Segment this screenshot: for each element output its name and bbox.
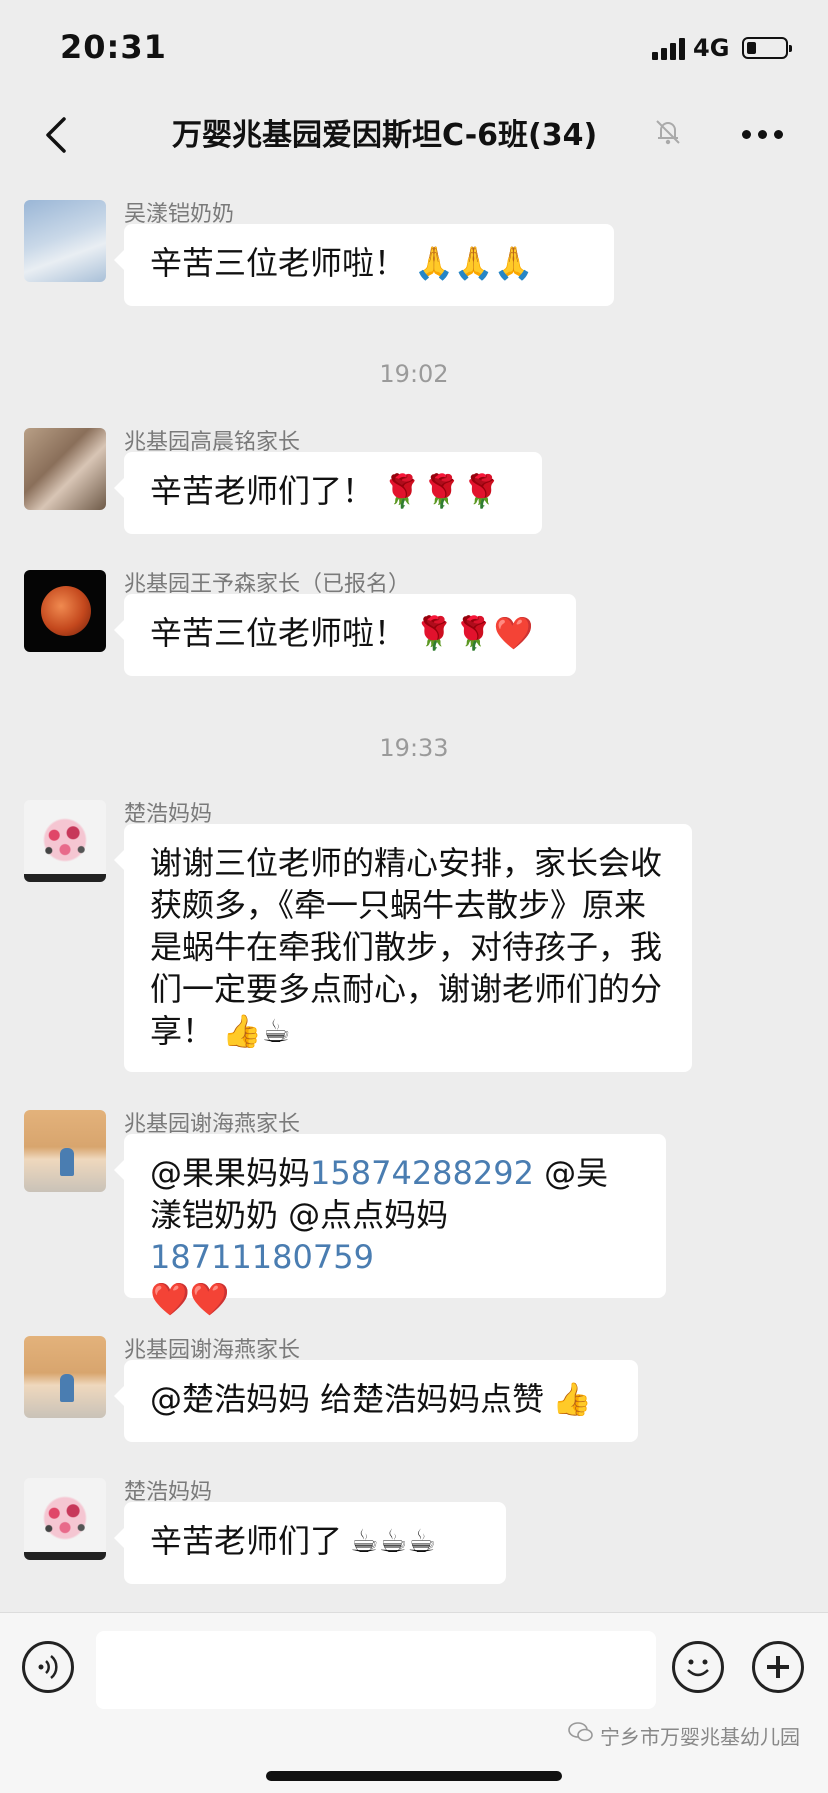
message-text: 辛苦三位老师啦！ bbox=[150, 244, 407, 282]
watermark-text: 宁乡市万婴兆基幼儿园 bbox=[600, 1725, 800, 1749]
avatar[interactable] bbox=[24, 200, 106, 282]
message-emoji: ❤️❤️ bbox=[150, 1280, 230, 1318]
message-bubble[interactable]: 辛苦三位老师啦！ 🙏🙏🙏 bbox=[114, 224, 614, 306]
more-options-icon[interactable] bbox=[740, 130, 786, 142]
more-functions-button[interactable] bbox=[752, 1641, 804, 1693]
chat-header: 万婴兆基园爱因斯坦C-6班(34) bbox=[0, 96, 828, 176]
signal-icon bbox=[652, 38, 686, 60]
battery-icon bbox=[742, 37, 792, 59]
message: 楚浩妈妈 辛苦老师们了 ☕☕☕ bbox=[0, 1474, 828, 1586]
message: 兆基园谢海燕家长 @果果妈妈15874288292 @吴漾铠奶奶 @点点妈妈18… bbox=[0, 1106, 828, 1318]
message-bubble[interactable]: 谢谢三位老师的精心安排，家长会收获颇多，《牵一只蜗牛去散步》原来是蜗牛在牵我们散… bbox=[114, 824, 692, 1072]
home-indicator bbox=[266, 1771, 562, 1781]
avatar[interactable] bbox=[24, 428, 106, 510]
message-input[interactable] bbox=[96, 1631, 656, 1709]
phone-link[interactable]: 18711180759 bbox=[150, 1238, 374, 1276]
back-arrow-icon[interactable] bbox=[36, 113, 80, 157]
mute-bell-icon bbox=[656, 120, 680, 145]
network-label: 4G bbox=[693, 34, 730, 62]
message: 兆基园高晨铭家长 辛苦老师们了！ 🌹🌹🌹 bbox=[0, 424, 828, 536]
message-emoji: 🙏🙏🙏 bbox=[414, 244, 534, 282]
message-emoji: 🌹🌹🌹 bbox=[382, 472, 502, 510]
message-bubble[interactable]: @楚浩妈妈 给楚浩妈妈点赞 👍 bbox=[114, 1360, 638, 1442]
status-bar: 20:31 4G bbox=[0, 0, 828, 96]
smiley-icon bbox=[687, 1659, 709, 1677]
message-text: 辛苦老师们了 bbox=[150, 1522, 343, 1560]
mention-text: @果果妈妈 bbox=[150, 1154, 311, 1192]
message-bubble[interactable]: @果果妈妈15874288292 @吴漾铠奶奶 @点点妈妈18711180759… bbox=[114, 1134, 666, 1318]
avatar[interactable] bbox=[24, 1110, 106, 1192]
message: 兆基园谢海燕家长 @楚浩妈妈 给楚浩妈妈点赞 👍 bbox=[0, 1332, 828, 1444]
message-emoji: 🌹🌹❤️ bbox=[414, 614, 534, 652]
wechat-logo-icon bbox=[568, 1722, 593, 1742]
message-emoji: 👍 bbox=[552, 1380, 593, 1418]
avatar[interactable] bbox=[24, 570, 106, 652]
voice-input-button[interactable] bbox=[22, 1641, 74, 1693]
time-separator: 19:33 bbox=[379, 734, 449, 762]
avatar[interactable] bbox=[24, 1336, 106, 1418]
message-emoji: 👍☕ bbox=[222, 1012, 291, 1050]
voice-wave-icon bbox=[38, 1655, 58, 1679]
message: 兆基园王予森家长（已报名） 辛苦三位老师啦！ 🌹🌹❤️ bbox=[0, 566, 828, 678]
status-time: 20:31 bbox=[60, 28, 167, 66]
message-bubble[interactable]: 辛苦三位老师啦！ 🌹🌹❤️ bbox=[114, 594, 576, 676]
message-text: 辛苦三位老师啦！ bbox=[150, 614, 407, 652]
message-text: 辛苦老师们了！ bbox=[150, 472, 375, 510]
message: 吴漾铠奶奶 辛苦三位老师啦！ 🙏🙏🙏 bbox=[0, 196, 828, 308]
time-separator: 19:02 bbox=[379, 360, 449, 388]
message-bubble[interactable]: 辛苦老师们了！ 🌹🌹🌹 bbox=[114, 452, 542, 534]
message-text: @楚浩妈妈 给楚浩妈妈点赞 bbox=[150, 1380, 545, 1418]
battery-level bbox=[747, 42, 756, 54]
avatar[interactable] bbox=[24, 800, 106, 882]
input-bar: 宁乡市万婴兆基幼儿园 bbox=[0, 1612, 828, 1793]
message-emoji: ☕☕☕ bbox=[350, 1522, 437, 1560]
message: 楚浩妈妈 谢谢三位老师的精心安排，家长会收获颇多，《牵一只蜗牛去散步》原来是蜗牛… bbox=[0, 796, 828, 1076]
phone-link[interactable]: 15874288292 bbox=[310, 1154, 534, 1192]
message-bubble[interactable]: 辛苦老师们了 ☕☕☕ bbox=[114, 1502, 506, 1584]
emoji-button[interactable] bbox=[672, 1641, 724, 1693]
chat-title: 万婴兆基园爱因斯坦C-6班(34) bbox=[172, 118, 598, 153]
avatar[interactable] bbox=[24, 1478, 106, 1560]
